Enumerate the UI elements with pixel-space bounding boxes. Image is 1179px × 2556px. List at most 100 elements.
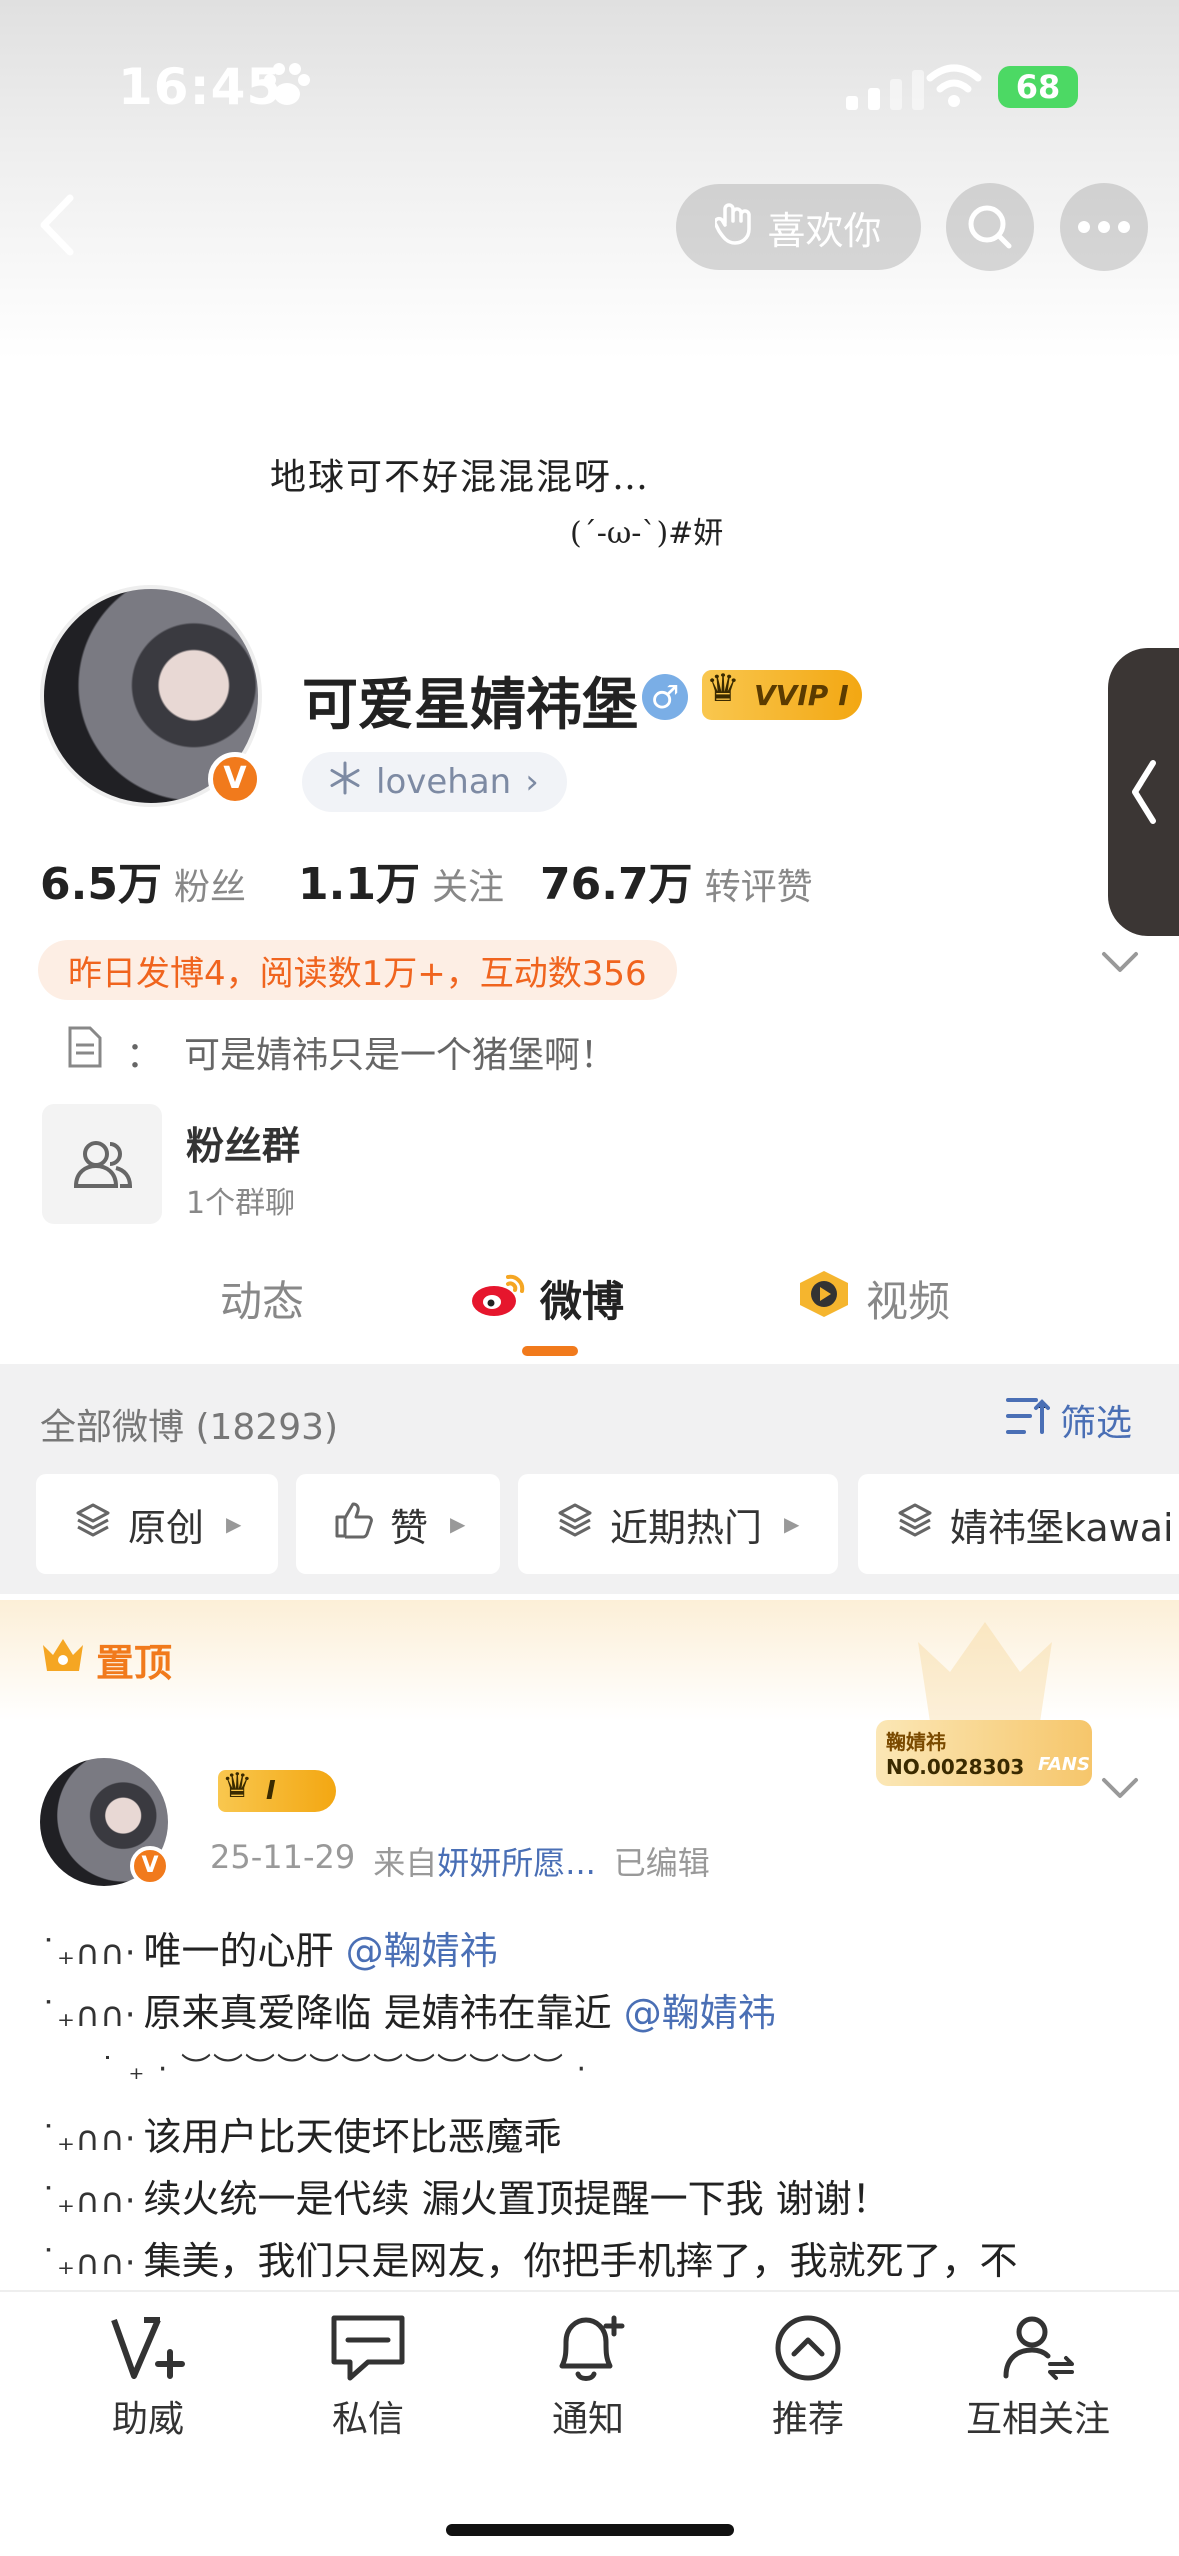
battery-indicator: 68 — [998, 66, 1078, 108]
crown-watermark-icon — [910, 1612, 1060, 1736]
weibo-logo-icon — [470, 1271, 526, 1327]
up-circle-icon — [775, 2315, 841, 2381]
tab-weibo[interactable]: 微博 — [470, 1268, 624, 1329]
post-edited: 已编辑 — [613, 1844, 710, 1882]
hand-heart-icon — [713, 199, 757, 256]
bottom-tab-label: 私信 — [331, 2399, 404, 2440]
post-line-deco: ˙₊∩∩· — [40, 1933, 136, 1973]
bottom-tab-mutual-follow[interactable]: 互相关注 — [938, 2312, 1138, 2442]
bottom-tab-recommend[interactable]: 推荐 — [718, 2312, 898, 2442]
stat-followers[interactable]: 6.5万 粉丝 — [40, 848, 246, 912]
stat-following[interactable]: 1.1万 关注 — [298, 848, 504, 912]
active-tab-indicator — [522, 1346, 578, 1356]
bottom-tab-label: 助威 — [111, 2399, 184, 2440]
post-menu-chevron-icon[interactable] — [1100, 1776, 1140, 1804]
stat-interactions[interactable]: 76.7万 转评赞 — [540, 848, 813, 912]
fans-group-title[interactable]: 粉丝群 — [186, 1115, 300, 1170]
fans-group-icon[interactable] — [42, 1104, 162, 1224]
crown-icon: ♛ — [222, 1766, 253, 1806]
wifi-icon — [924, 62, 984, 112]
caret-right-icon: ▶ — [450, 1512, 466, 1536]
bottom-tab-notifications[interactable]: 通知 — [498, 2312, 678, 2442]
chip-original[interactable]: 原创 ▶ — [36, 1474, 278, 1574]
post-source: 来自妍妍所愿... — [373, 1838, 596, 1884]
like-you-button[interactable]: 喜欢你 — [676, 184, 921, 270]
header-background — [0, 0, 1179, 360]
chip-label: 原创 — [128, 1505, 205, 1550]
post-line-text: 该用户比天使坏比恶魔乖 — [143, 2115, 562, 2159]
bottom-tab-cheer[interactable]: 助威 — [58, 2312, 238, 2442]
group-icon — [73, 1141, 133, 1188]
post-verified-badge: V — [130, 1846, 170, 1886]
layers-icon — [556, 1501, 594, 1548]
tab-video[interactable]: 视频 — [796, 1268, 950, 1329]
bell-icon — [559, 2315, 625, 2381]
stat-value: 76.7万 — [540, 859, 693, 910]
more-icon — [1078, 221, 1130, 233]
tab-dongtai[interactable]: 动态 — [220, 1268, 304, 1329]
chevron-down-icon[interactable] — [1100, 950, 1140, 978]
crown-icon — [40, 1635, 86, 1684]
cover-signature-line2: (´-ω-`)#妍 — [570, 516, 724, 551]
snowflake-icon — [328, 761, 362, 804]
user-tag-label: lovehan — [376, 762, 512, 802]
mention-link[interactable]: @鞠婧祎 — [624, 1991, 776, 2035]
layers-icon — [896, 1501, 934, 1548]
chip-kawai[interactable]: 婧祎堡kawai — [858, 1474, 1179, 1574]
bottom-tab-label: 互相关注 — [965, 2399, 1110, 2440]
chip-recent-hot[interactable]: 近期热门 ▶ — [518, 1474, 838, 1574]
search-button[interactable] — [946, 183, 1034, 271]
gender-male-icon: ♂ — [642, 674, 688, 720]
fans-group-subtitle: 1个群聊 — [186, 1186, 296, 1221]
filter-icon — [1006, 1396, 1050, 1445]
mention-link[interactable]: @鞠婧祎 — [346, 1929, 498, 1973]
search-icon — [968, 205, 1012, 249]
caret-right-icon: ▶ — [226, 1512, 242, 1536]
paw-icon — [262, 62, 312, 112]
post-content[interactable]: ˙₊∩∩· 唯一的心肝 @鞠婧祎 ˙₊∩∩· 原来真爱降临 是婧祎在靠近 @鞠婧祎 … — [40, 1920, 1160, 2292]
video-icon — [796, 1269, 852, 1329]
chip-like[interactable]: 赞 ▶ — [296, 1474, 500, 1574]
chip-label: 婧祎堡kawai — [950, 1505, 1174, 1550]
cellular-signal-icon — [846, 70, 928, 110]
filter-button[interactable]: 筛选 — [1006, 1394, 1132, 1446]
bottom-tab-messages[interactable]: 私信 — [278, 2312, 458, 2442]
pinned-label: 置顶 — [40, 1632, 172, 1687]
chevron-left-icon — [1131, 760, 1156, 824]
mutual-follow-icon — [1003, 2316, 1074, 2380]
profile-username: 可爱星婧祎堡 — [302, 673, 638, 738]
fan-card[interactable]: 鞠婧祎 NO.0028303 — [876, 1720, 1092, 1786]
pinned-text: 置顶 — [96, 1641, 173, 1685]
stat-label: 关注 — [431, 867, 504, 908]
stat-value: 1.1万 — [298, 859, 420, 910]
activity-summary[interactable]: 昨日发博4，阅读数1万+，互动数356 — [38, 940, 677, 1000]
more-button[interactable] — [1060, 183, 1148, 271]
post-source-link[interactable]: 妍妍所愿... — [437, 1844, 596, 1882]
verified-badge: V — [208, 752, 262, 806]
all-weibo-count: 全部微博 (18293) — [40, 1407, 339, 1448]
bio-text: 可是婧祎只是一个猪堡啊！ — [184, 1034, 617, 1076]
post-decoration-line: ˙ ₊ · ︶︶︶︶︶︶︶︶︶︶︶︶ · — [100, 2052, 589, 2087]
chip-label: 赞 — [390, 1505, 429, 1550]
back-button[interactable] — [30, 190, 90, 260]
post-line-deco: ˙₊∩∩· — [40, 2243, 136, 2283]
layers-icon — [74, 1501, 112, 1548]
filter-label: 筛选 — [1060, 1403, 1133, 1444]
stat-label: 粉丝 — [173, 867, 246, 908]
post-line: ˙₊∩∩· 集美，我们只是网友，你把手机摔了，我就死了，不 — [40, 2230, 1160, 2292]
post-line-deco: ˙₊∩∩· — [40, 2181, 136, 2221]
cover-signature-line1: 地球可不好混混混呀… — [270, 457, 651, 498]
fan-card-fans-label: FANS — [1038, 1754, 1090, 1775]
status-time: 16:45 — [118, 58, 283, 116]
member-level: I — [266, 1776, 276, 1806]
post-line-text: 集美，我们只是网友，你把手机摔了，我就死了，不 — [143, 2239, 1018, 2283]
like-you-label: 喜欢你 — [767, 208, 882, 253]
tab-label: 动态 — [220, 1277, 305, 1326]
chip-label: 近期热门 — [610, 1505, 763, 1550]
home-indicator[interactable] — [446, 2524, 734, 2536]
side-drawer-handle[interactable] — [1108, 648, 1179, 936]
user-tag[interactable]: lovehan › — [302, 752, 567, 812]
post-line: ˙₊∩∩· 该用户比天使坏比恶魔乖 — [40, 2106, 1160, 2168]
bottom-tab-label: 推荐 — [771, 2399, 844, 2440]
vvip-level: I — [838, 678, 849, 712]
